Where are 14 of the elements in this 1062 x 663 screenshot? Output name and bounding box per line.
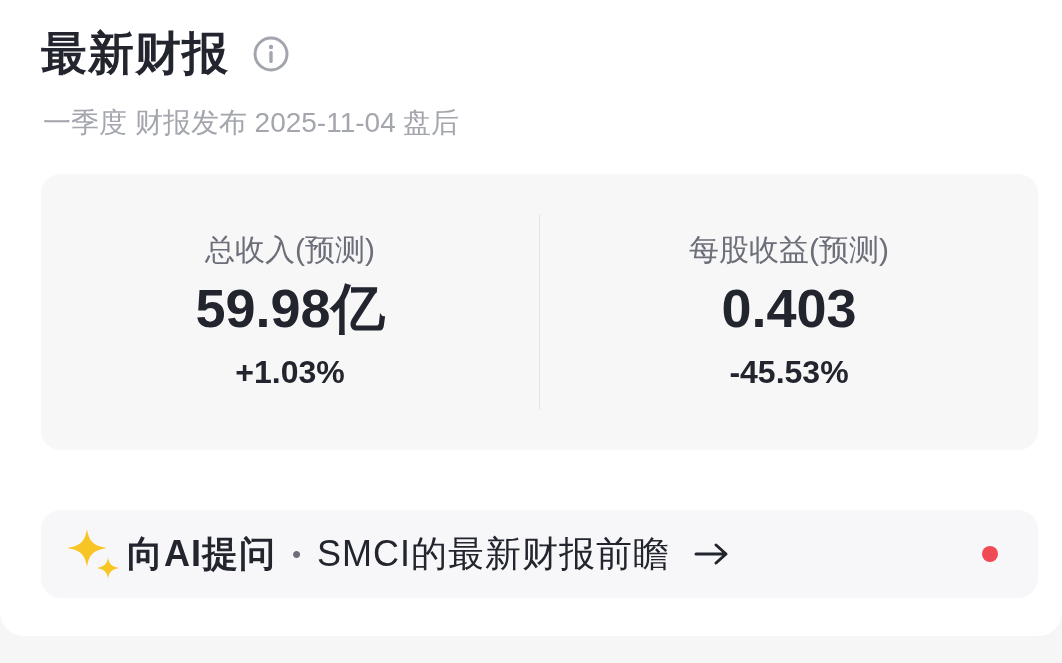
sparkle-icon: [67, 528, 119, 579]
separator-dot: •: [292, 540, 302, 567]
metric-value: 0.403: [721, 277, 857, 340]
metric-change: -45.53%: [729, 352, 849, 392]
ai-question-button[interactable]: 向AI提问 • SMCI的最新财报前瞻: [41, 509, 1038, 598]
metric-change: +1.03%: [235, 352, 345, 392]
metric-value: 59.98亿: [195, 277, 385, 340]
metric-label: 总收入(预测): [205, 232, 375, 268]
ai-label: 向AI提问: [127, 532, 276, 576]
prompt-text: SMCI的最新财报前瞻: [317, 532, 671, 576]
report-date-text: 一季度 财报发布 2025-11-04 盘后: [42, 106, 461, 141]
section-title: 最新财报: [41, 26, 229, 81]
info-icon[interactable]: [253, 35, 289, 72]
metric-label: 每股收益(预测): [689, 232, 889, 268]
